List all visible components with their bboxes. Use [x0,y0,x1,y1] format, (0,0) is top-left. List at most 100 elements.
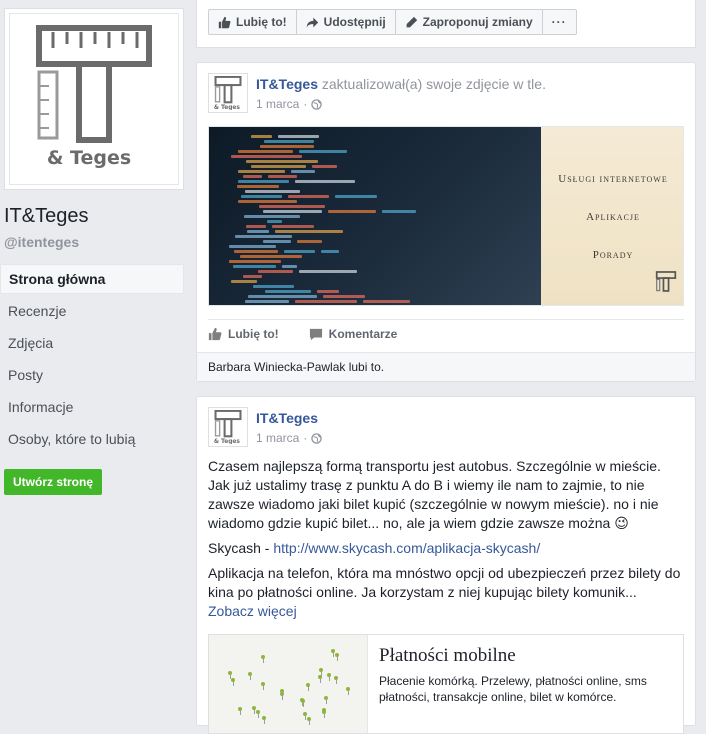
post-author[interactable]: IT&Teges [256,76,318,92]
likes-summary[interactable]: Barbara Winiecka-Pawlak lubi to. [197,352,695,381]
like-page-button[interactable]: Lubię to! [208,9,297,35]
pencil-icon [406,16,417,27]
code-line [267,220,282,223]
wink-emoji-icon: 😉 [614,515,629,531]
map-pin-icon [261,682,265,690]
logo-frame: & Teges [9,13,179,185]
comment-button[interactable]: Komentarze [309,327,397,341]
page-title[interactable]: IT&Teges [4,205,88,228]
create-page-button[interactable]: Utwórz stronę [4,469,103,495]
code-line [251,165,306,168]
post-text-1: Czasem najlepszą formą transportu jest a… [208,458,661,531]
code-screenshot [209,127,541,305]
more-button[interactable]: ··· [541,9,577,35]
code-line [229,245,276,248]
nav-item-home[interactable]: Strona główna [0,264,184,294]
post-paragraph-2: Skycash - http://www.skycash.com/aplikac… [208,539,686,558]
logo-icon: & Teges [214,410,242,444]
thumbs-up-icon [218,16,231,28]
avatar-logo-text: & Teges [214,105,241,110]
code-line [238,180,289,183]
map-pin-icon [248,672,252,680]
nav-item-reviews[interactable]: Recenzje [0,296,184,326]
nav-item-photos[interactable]: Zdjęcia [0,328,184,358]
avatar[interactable]: & Teges [208,407,248,447]
code-line [231,155,302,158]
code-line [321,250,339,253]
map-pin-icon [319,668,323,676]
link-preview-title[interactable]: Płatności mobilne [379,645,516,667]
cover-photo[interactable]: Usługi internetowe Aplikacje Porady [208,126,684,306]
see-more-link[interactable]: Zobacz więcej [208,603,297,619]
share-button[interactable]: Udostępnij [295,9,396,35]
code-line [233,265,276,268]
thumbs-up-icon [208,327,222,341]
map-pin-icon [256,710,260,718]
code-line [323,295,365,298]
code-line [291,170,315,173]
map-pin-icon [262,716,266,724]
cover-service-panel: Usługi internetowe Aplikacje Porady [541,127,683,305]
code-line [248,295,317,298]
profile-picture[interactable]: & Teges [4,8,184,190]
share-arrow-icon [306,17,318,27]
like-post-button[interactable]: Lubię to! [208,327,279,341]
post-meta: 1 marca · [256,97,323,111]
nav-item-posts[interactable]: Posty [0,360,184,390]
like-post-label: Lubię to! [228,327,279,341]
map-pin-icon [303,712,307,720]
code-line [234,250,278,253]
code-line [253,285,294,288]
map-pin-icon [228,671,232,679]
page-handle[interactable]: @itenteges [4,234,79,250]
post-body: Czasem najlepszą formą transportu jest a… [208,457,686,627]
code-line [265,290,311,293]
avatar[interactable]: & Teges [208,73,248,113]
code-line [275,230,343,233]
link-preview[interactable]: Płatności mobilne Płacenie komórką. Prze… [208,634,684,734]
cover-logo-icon [655,271,677,292]
skycash-link[interactable]: http://www.skycash.com/aplikacja-skycash… [273,540,540,556]
logo-icon: & Teges [36,25,152,169]
map-pin-icon [307,717,311,725]
post-author[interactable]: IT&Teges [256,410,318,426]
map-pin-icon [346,687,350,695]
code-line [272,225,314,228]
map-pin-icon [252,706,256,714]
code-line [246,225,266,228]
globe-icon [311,432,323,444]
code-line [263,210,322,213]
post-date[interactable]: 1 marca [256,431,299,445]
post-headline: IT&Teges [256,410,318,426]
code-line [238,150,293,153]
cover-line-services: Usługi internetowe [558,173,668,185]
suggest-edits-label: Zaproponuj zmiany [422,15,533,29]
nav-item-about[interactable]: Informacje [0,392,184,422]
post-skycash: & Teges IT&Teges 1 marca · Czasem najlep… [196,396,696,734]
code-line [299,270,357,273]
code-line [237,185,279,188]
comment-icon [309,328,322,340]
post-date[interactable]: 1 marca [256,97,299,111]
link-preview-description: Płacenie komórką. Przelewy, płatności on… [379,674,647,704]
map-pin-icon [334,676,338,684]
map-pin-icon [322,710,326,718]
post-cover-update: & Teges IT&Teges zaktualizował(a) swoje … [196,62,696,382]
map-pin-icon [331,649,335,657]
map-pin-icon [238,707,242,715]
logo-text: & Teges [47,147,131,169]
code-line [258,270,293,273]
like-page-label: Lubię to! [236,15,287,29]
map-pin-icon [280,689,284,697]
code-line [363,300,410,303]
nav-item-likes[interactable]: Osoby, które to lubią [0,424,184,454]
map-pin-icon [327,673,331,681]
code-line [264,140,314,143]
code-line [312,165,337,168]
code-line [246,160,318,163]
code-line [244,215,300,218]
post-meta: 1 marca · [256,431,323,445]
meta-separator: · [303,97,308,111]
code-line [297,240,322,243]
suggest-edits-button[interactable]: Zaproponuj zmiany [394,9,543,35]
